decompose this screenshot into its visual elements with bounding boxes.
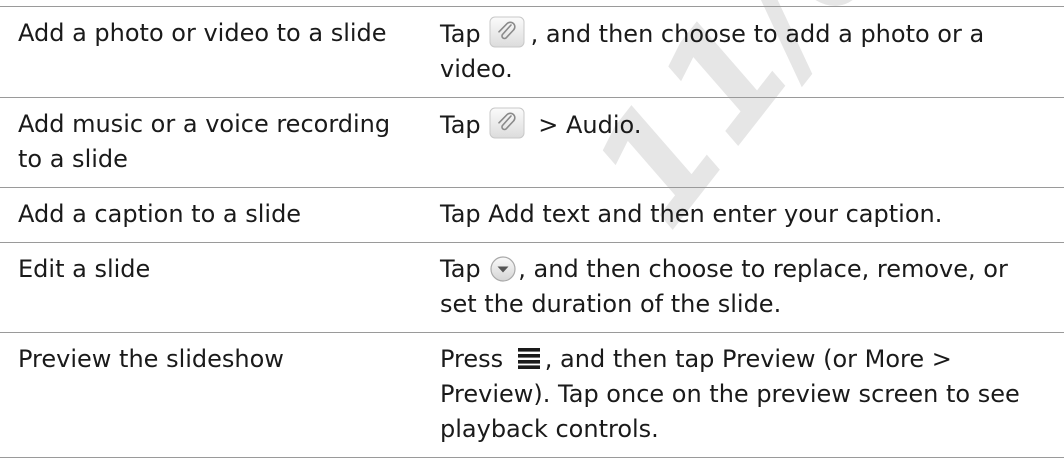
ui-term: Add text	[488, 200, 590, 228]
description-text: >	[530, 111, 567, 139]
menu-icon	[517, 344, 541, 369]
action-cell: Add a photo or video to a slide	[18, 19, 387, 47]
description-text: .	[633, 111, 642, 139]
description-text: Tap	[440, 255, 489, 283]
table-row: Preview the slideshow Press , and then t…	[0, 332, 1064, 458]
table-row: Add a caption to a slide Tap Add text an…	[0, 187, 1064, 243]
action-cell: Add a caption to a slide	[18, 200, 302, 228]
description-text: Tap	[440, 20, 481, 48]
table-row: Add music or a voice recording to a slid…	[0, 97, 1064, 188]
description-text: Tap	[440, 200, 489, 228]
description-cell: Tap, and then choose to add a photo or a…	[428, 7, 1064, 98]
description-text: (or	[815, 345, 865, 373]
description-text: and then enter your caption.	[589, 200, 943, 228]
description-text: Tap	[440, 111, 481, 139]
ui-term: Preview	[440, 380, 534, 408]
ui-term: More	[864, 345, 925, 373]
description-text: Press	[440, 345, 511, 373]
table-row: Edit a slide Tap , and then choose to re…	[0, 242, 1064, 333]
description-text: >	[924, 345, 952, 373]
ui-term: Preview	[722, 345, 816, 373]
table-row: Add a photo or video to a slide Tap, and…	[0, 6, 1064, 98]
description-cell: Tap Add text and then enter your caption…	[428, 188, 1064, 243]
description-cell: Tap , and then choose to replace, remove…	[428, 243, 1064, 333]
action-cell: Edit a slide	[18, 255, 151, 283]
description-text: , and then tap	[544, 345, 723, 373]
instructions-table: Add a photo or video to a slide Tap, and…	[0, 6, 1064, 458]
ui-term: Audio	[566, 111, 634, 139]
attach-paperclip-icon	[489, 16, 525, 48]
description-text: , and then choose to replace, remove, or…	[440, 255, 1008, 318]
dropdown-circle-icon	[490, 256, 516, 282]
action-cell: Preview the slideshow	[18, 345, 284, 373]
description-cell: Tap > Audio.	[428, 98, 1064, 188]
action-cell: Add music or a voice recording to a slid…	[18, 110, 391, 173]
description-cell: Press , and then tap Preview (or More > …	[428, 333, 1064, 458]
attach-paperclip-icon	[489, 107, 525, 139]
